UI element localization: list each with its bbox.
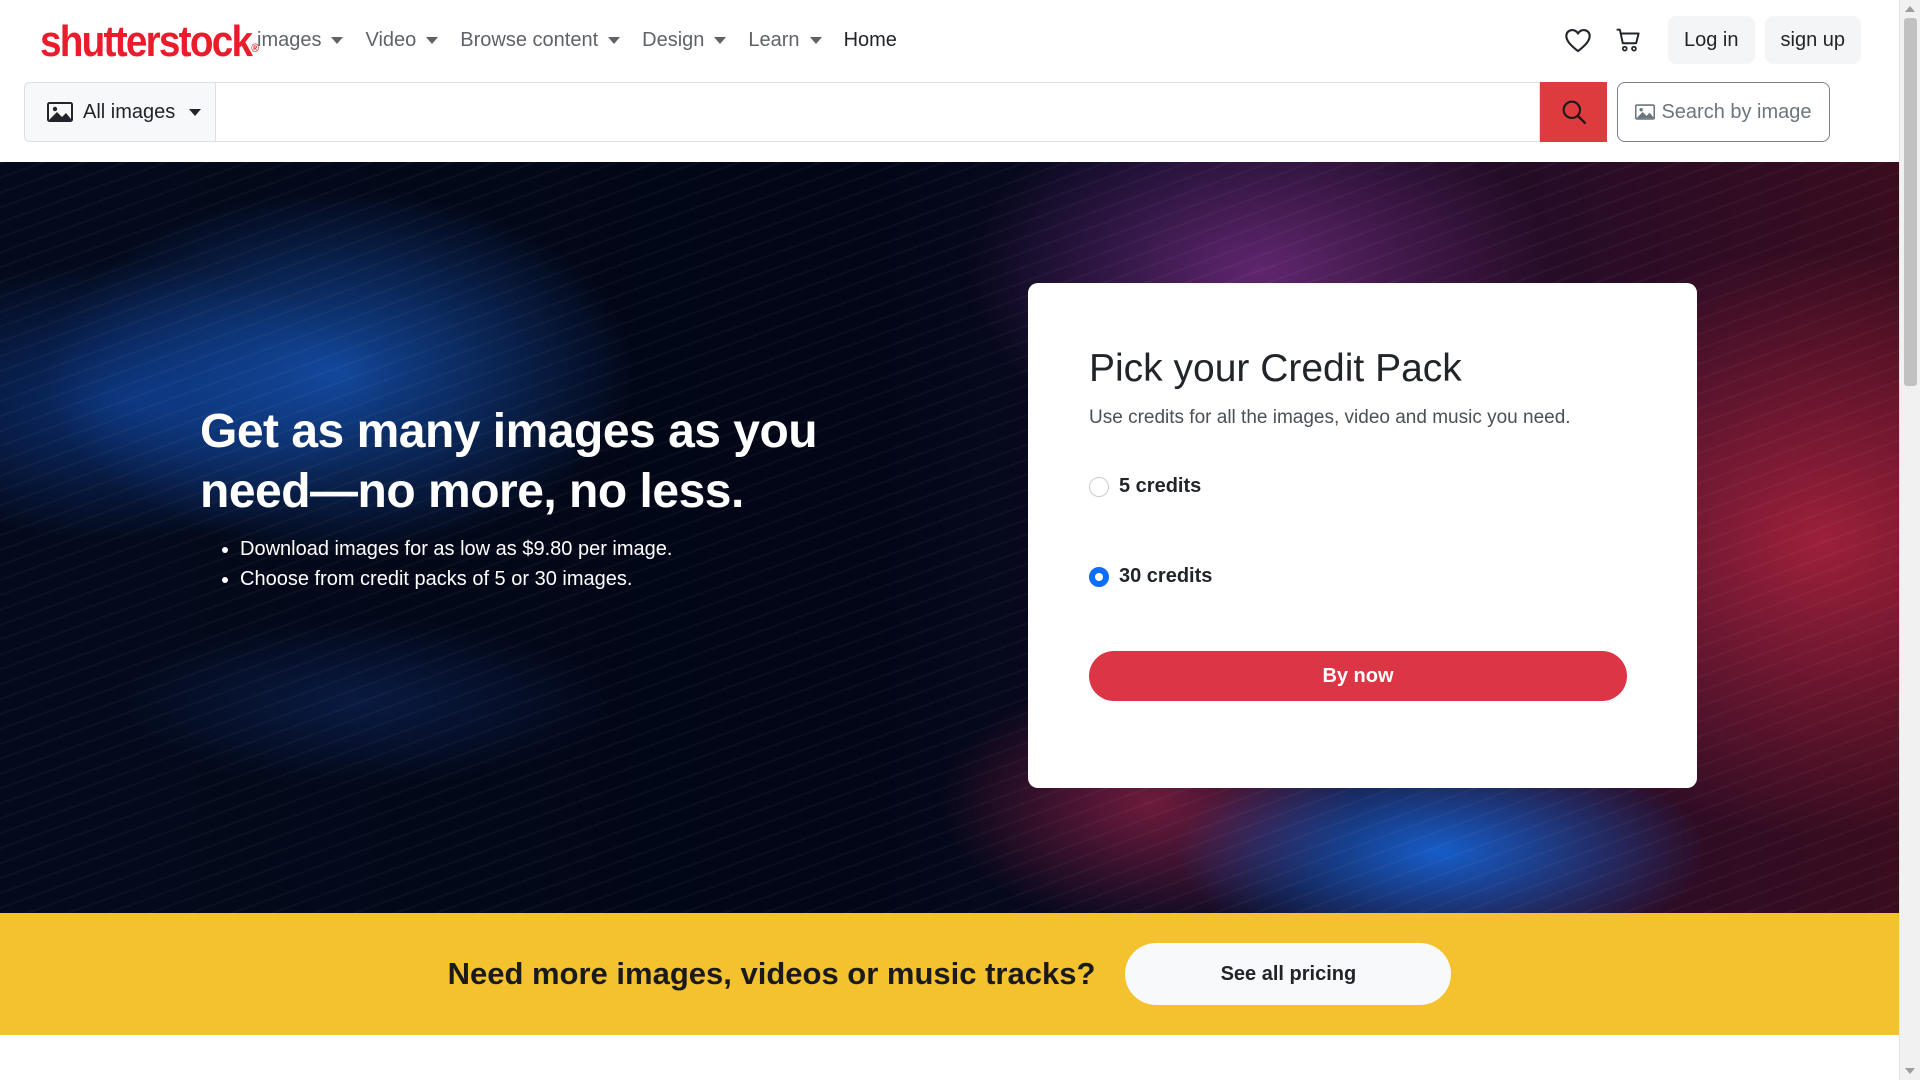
- nav-item-video[interactable]: Video: [365, 28, 439, 52]
- caret-down-icon: [426, 36, 439, 44]
- radio-30-credits[interactable]: [1089, 566, 1109, 587]
- credit-option-5[interactable]: 5 credits: [1089, 475, 1201, 498]
- credit-pack-card: Pick your Credit Pack Use credits for al…: [1028, 283, 1697, 788]
- cart-button[interactable]: [1608, 20, 1648, 60]
- nav-item-label: Learn: [748, 28, 800, 51]
- shutterstock-logo[interactable]: shutterstock®: [40, 16, 259, 68]
- pricing-band-text: Need more images, videos or music tracks…: [447, 956, 1096, 991]
- nav-item-label: Home: [843, 28, 897, 51]
- image-icon: [47, 102, 73, 122]
- search-input[interactable]: [215, 82, 1540, 142]
- search-type-label: All images: [83, 100, 176, 123]
- image-icon: [1635, 104, 1656, 120]
- page: shutterstock® images Video Browse conten…: [0, 0, 1920, 1080]
- nav-item-design[interactable]: Design: [642, 28, 727, 52]
- search-bar: All images Search by image: [24, 82, 1830, 142]
- pricing-band: Need more images, videos or music tracks…: [0, 913, 1899, 1035]
- card-title: Pick your Credit Pack: [1089, 347, 1462, 390]
- nav-item-learn[interactable]: Learn: [748, 28, 822, 52]
- nav-item-images[interactable]: images: [257, 28, 344, 52]
- nav-item-browse-content[interactable]: Browse content: [460, 28, 621, 52]
- credit-option-30[interactable]: 30 credits: [1089, 565, 1212, 588]
- logo-text: shutterstock: [40, 17, 253, 66]
- caret-down-icon: [189, 108, 202, 116]
- nav-item-label: Video: [365, 28, 417, 51]
- hero-section: Get as many images as you need—no more, …: [0, 162, 1899, 913]
- nav-item-label: Browse content: [460, 28, 599, 51]
- scrollbar-thumb[interactable]: [1904, 18, 1917, 386]
- card-subtitle: Use credits for all the images, video an…: [1089, 407, 1571, 428]
- credit-option-label: 30 credits: [1119, 565, 1213, 587]
- hero-text: Get as many images as you need—no more, …: [200, 402, 880, 594]
- caret-down-icon: [331, 36, 344, 44]
- site-header: shutterstock® images Video Browse conten…: [0, 0, 1899, 162]
- scroll-down-icon[interactable]: [1905, 1068, 1915, 1074]
- page-scrollbar[interactable]: [1899, 0, 1920, 1080]
- header-actions: Log in sign up: [1558, 16, 1861, 64]
- hero-bullet: Choose from credit packs of 5 or 30 imag…: [240, 564, 880, 594]
- heart-icon: [1565, 29, 1591, 53]
- nav-item-home[interactable]: Home: [844, 29, 897, 52]
- search-icon: [1562, 100, 1586, 125]
- search-by-image-label: Search by image: [1661, 100, 1812, 123]
- nav-item-label: images: [257, 28, 322, 51]
- signup-button[interactable]: sign up: [1764, 16, 1861, 64]
- favorites-button[interactable]: [1558, 20, 1598, 60]
- scroll-up-icon[interactable]: [1905, 6, 1915, 12]
- caret-down-icon: [714, 36, 727, 44]
- cart-icon: [1616, 28, 1640, 52]
- hero-bullet: Download images for as low as $9.80 per …: [240, 534, 880, 564]
- caret-down-icon: [809, 36, 822, 44]
- buy-now-button[interactable]: By now: [1089, 651, 1627, 701]
- nav-item-label: Design: [642, 28, 705, 51]
- radio-5-credits[interactable]: [1089, 476, 1109, 497]
- search-by-image-button[interactable]: Search by image: [1617, 82, 1830, 142]
- hero-bullets: Download images for as low as $9.80 per …: [200, 534, 880, 594]
- caret-down-icon: [608, 36, 621, 44]
- hero-title: Get as many images as you need—no more, …: [200, 405, 818, 518]
- main-nav: images Video Browse content Design Learn…: [257, 20, 919, 60]
- search-button[interactable]: [1540, 82, 1607, 142]
- search-type-dropdown[interactable]: All images: [24, 82, 215, 142]
- credit-option-label: 5 credits: [1119, 475, 1202, 497]
- login-button[interactable]: Log in: [1668, 16, 1755, 64]
- see-all-pricing-button[interactable]: See all pricing: [1125, 943, 1452, 1005]
